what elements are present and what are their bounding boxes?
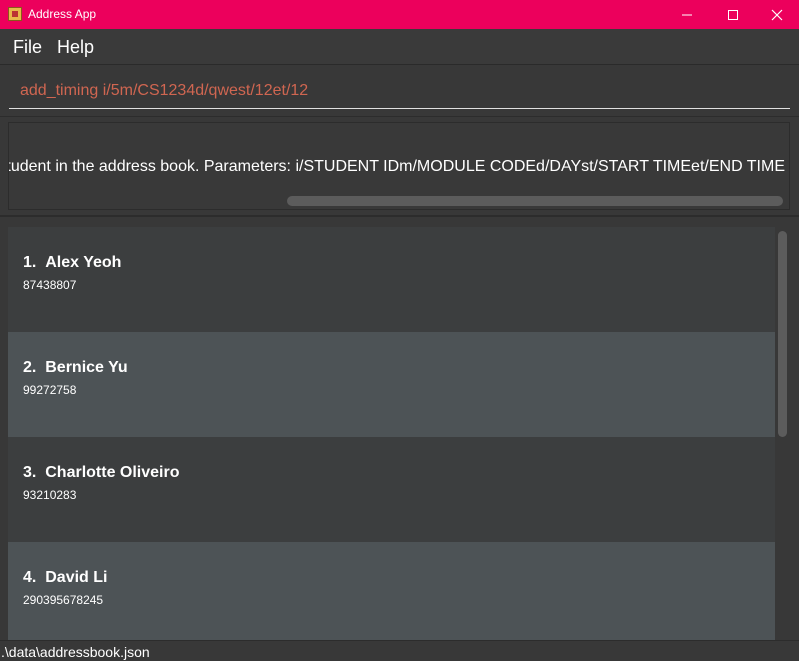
close-button[interactable] [754,0,799,29]
menu-file[interactable]: File [13,37,42,58]
result-display-panel: Adds a timing for a student in the addre… [0,117,799,217]
maximize-icon [728,9,738,20]
result-horizontal-scrollbar[interactable] [9,194,789,208]
menu-bar: File Help [0,29,799,65]
address-book-icon [8,7,22,21]
person-phone: 87438807 [23,278,77,292]
save-file-path: .\data\addressbook.json [1,644,150,660]
person-card[interactable]: 3. Charlotte Oliveiro 93210283 [8,437,775,542]
person-phone: 290395678245 [23,593,104,607]
person-phone: 99272758 [23,383,77,397]
person-list: 1. Alex Yeoh 87438807 2. Bernice Yu 9927… [8,227,775,640]
maximize-button[interactable] [710,0,756,29]
person-list-scrollbar-thumb[interactable] [778,231,787,437]
window-title: Address App [28,7,97,21]
person-name: 2. Bernice Yu [23,359,128,376]
result-scrollbar-thumb[interactable] [287,196,783,206]
person-card[interactable]: 4. David Li 290395678245 [8,542,775,640]
result-display: Adds a timing for a student in the addre… [8,122,790,210]
person-name: 3. Charlotte Oliveiro [23,464,180,481]
person-card[interactable]: 2. Bernice Yu 99272758 [8,332,775,437]
person-name: 4. David Li [23,569,108,586]
person-card[interactable]: 1. Alex Yeoh 87438807 [8,227,775,332]
command-box-panel [0,65,799,117]
person-list-panel: 1. Alex Yeoh 87438807 2. Bernice Yu 9927… [0,219,799,640]
person-name: 1. Alex Yeoh [23,254,122,271]
minimize-button[interactable] [664,0,710,29]
minimize-icon [682,14,692,15]
menu-help[interactable]: Help [57,37,94,58]
title-bar: Address App [0,0,799,29]
person-phone: 93210283 [23,488,77,502]
status-bar: .\data\addressbook.json [0,640,799,661]
close-icon [771,9,783,20]
person-list-vertical-scrollbar[interactable] [776,227,790,637]
command-input[interactable] [9,73,790,109]
result-text: Adds a timing for a student in the addre… [9,158,785,175]
